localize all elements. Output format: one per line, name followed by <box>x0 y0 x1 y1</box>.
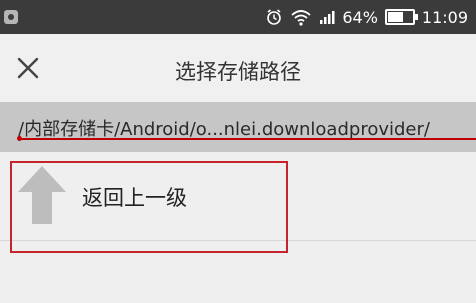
directory-list: 返回上一级 <box>0 152 476 241</box>
up-arrow-icon <box>16 164 68 226</box>
status-bar: 64% 11:09 <box>0 0 476 34</box>
battery-icon <box>384 9 418 25</box>
page-title: 选择存储路径 <box>175 60 301 84</box>
annotation-dot <box>17 136 22 141</box>
battery-percent: 64% <box>342 7 378 27</box>
annotation-underline <box>18 138 476 140</box>
title-bar: 选择存储路径 <box>0 34 476 102</box>
go-up-label: 返回上一级 <box>82 186 187 210</box>
wifi-icon <box>290 8 312 26</box>
signal-icon <box>319 9 335 25</box>
alarm-icon <box>265 8 283 26</box>
battery-level <box>387 12 404 22</box>
clock-time: 11:09 <box>421 7 468 27</box>
status-icons: 64% 11:09 <box>265 0 468 34</box>
current-path-bar: /内部存储卡/Android/o...nlei.downloadprovider… <box>0 102 476 152</box>
go-up-item[interactable]: 返回上一级 <box>0 152 476 241</box>
app-notification-icon <box>4 10 18 24</box>
